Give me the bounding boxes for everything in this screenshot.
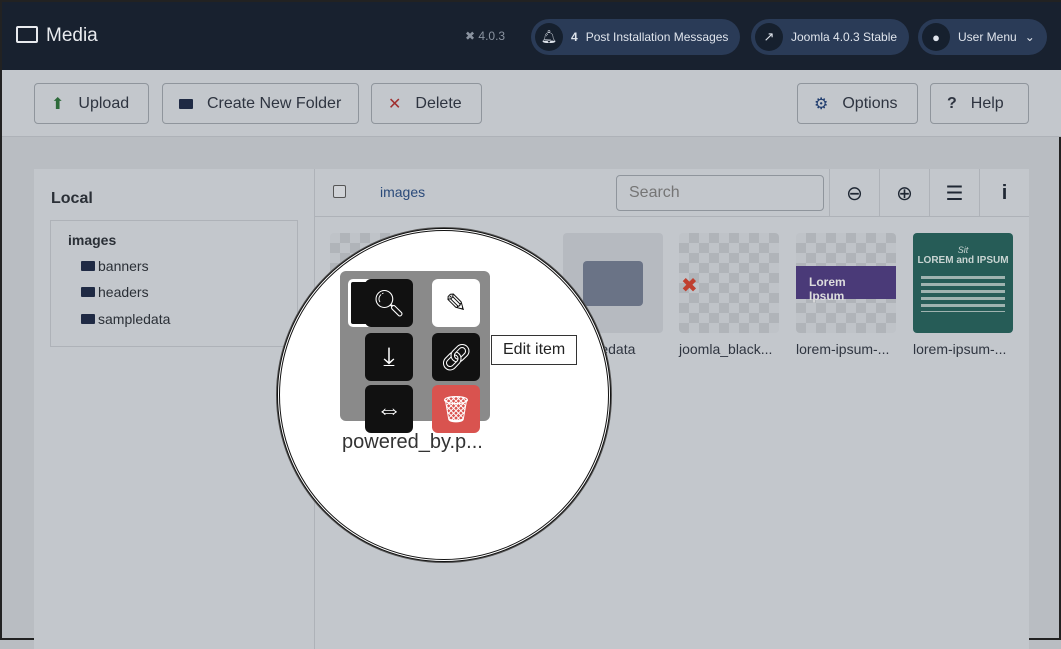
- post-install-label: Post Installation Messages: [585, 30, 729, 44]
- header: Media ✖ 4.0.3 🔔︎ 4 Post Installation Messa…: [2, 2, 1061, 70]
- pencil-icon: ✎: [445, 287, 467, 318]
- tree-item-label: sampledata: [98, 311, 171, 327]
- delete-button[interactable]: ✕ Delete: [371, 83, 482, 124]
- question-icon: ?: [947, 94, 957, 112]
- folder-icon: [81, 287, 95, 297]
- options-button[interactable]: ⚙ Options: [797, 83, 918, 124]
- list-view-icon[interactable]: ☰: [929, 169, 979, 217]
- get-link-button[interactable]: 🔗︎: [432, 333, 480, 381]
- zoom-out-icon[interactable]: ⊖: [829, 169, 879, 217]
- options-label: Options: [842, 94, 898, 112]
- joomla-logo-icon: ✖: [681, 275, 698, 297]
- media-item[interactable]: Lorem Ipsum lorem-ipsum-...: [796, 233, 896, 357]
- times-icon: ✕: [388, 95, 402, 113]
- help-button[interactable]: ? Help: [930, 83, 1029, 124]
- zoom-in-icon[interactable]: ⊕: [879, 169, 929, 217]
- media-icon: [16, 26, 38, 43]
- folder-icon: [81, 314, 95, 324]
- media-item[interactable]: Sit LOREM and IPSUM lorem-ipsum-...: [913, 233, 1013, 357]
- text-width-icon: ⇔: [376, 393, 402, 424]
- page-title: Media: [46, 25, 98, 46]
- tree-item-sampledata[interactable]: sampledata: [81, 311, 170, 327]
- delete-item-button[interactable]: 🗑︎: [432, 385, 480, 433]
- notification-count: 4: [571, 30, 578, 44]
- post-install-button[interactable]: 🔔︎ 4 Post Installation Messages: [531, 19, 741, 55]
- upload-icon: ⬆: [51, 95, 65, 113]
- download-icon: ⤓: [383, 341, 395, 371]
- folder-icon: [179, 98, 193, 109]
- create-folder-label: Create New Folder: [207, 94, 342, 112]
- toolbar: ⬆ Upload Create New Folder ✕ Delete ⚙ Optio…: [2, 70, 1061, 137]
- tooltip: Edit item: [491, 335, 578, 365]
- tree-item-label: banners: [98, 258, 149, 274]
- search-input[interactable]: [616, 175, 824, 211]
- select-all-checkbox[interactable]: [333, 185, 346, 198]
- info-icon[interactable]: i: [979, 169, 1029, 217]
- help-label: Help: [970, 94, 1004, 112]
- thumb-text: Sit: [957, 245, 969, 255]
- joomla-version-label: Joomla 4.0.3 Stable: [791, 30, 898, 44]
- folder-icon: [81, 261, 95, 271]
- tree-root[interactable]: images: [68, 232, 116, 248]
- search-plus-icon: 🔍︎: [372, 287, 406, 318]
- download-button[interactable]: ⤓: [365, 333, 413, 381]
- item-name: joomla_black...: [679, 341, 773, 357]
- resize-button[interactable]: ⇔: [365, 385, 413, 433]
- breadcrumb[interactable]: images: [380, 184, 425, 200]
- upload-button[interactable]: ⬆ Upload: [34, 83, 149, 124]
- folder-tree: Local images banners headers sampledata: [34, 169, 315, 649]
- tree-item-headers[interactable]: headers: [81, 284, 149, 300]
- joomla-version-link[interactable]: ↗ Joomla 4.0.3 Stable: [751, 19, 910, 55]
- magnifier: 🔍︎ ✎ ⤓ 🔗︎ ⇔ 🗑︎ Edit item powered_by.p...…: [277, 228, 611, 562]
- user-icon: ●: [922, 23, 950, 51]
- user-menu-button[interactable]: ● User Menu ⌄: [918, 19, 1047, 55]
- user-menu-label: User Menu: [958, 30, 1017, 44]
- bell-icon: 🔔︎: [535, 23, 563, 51]
- folder-icon: [583, 261, 643, 306]
- thumb-text: LOREM and IPSUM: [917, 255, 1009, 266]
- tree-item-banners[interactable]: banners: [81, 258, 149, 274]
- edit-button[interactable]: ✎: [432, 279, 480, 327]
- item-name: powered_by.p...: [342, 431, 483, 453]
- version-label: ✖ 4.0.3: [465, 29, 506, 43]
- external-link-icon: ↗: [755, 23, 783, 51]
- tree-heading: Local: [51, 190, 93, 207]
- gear-icon: ⚙: [814, 95, 829, 113]
- create-folder-button[interactable]: Create New Folder: [162, 83, 359, 124]
- banner-thumb-text: Lorem Ipsum: [796, 266, 896, 303]
- upload-label: Upload: [78, 94, 130, 112]
- item-actions-overlay: 🔍︎ ✎ ⤓ 🔗︎ ⇔ 🗑︎: [340, 271, 490, 433]
- item-name: lorem-ipsum-...: [796, 341, 890, 357]
- delete-label: Delete: [415, 94, 462, 112]
- chevron-down-icon: ⌄: [1024, 30, 1035, 44]
- preview-button[interactable]: 🔍︎: [365, 279, 413, 327]
- media-item[interactable]: ✖ joomla_black...: [679, 233, 779, 357]
- item-name: lorem-ipsum-...: [913, 341, 1007, 357]
- tree-item-label: headers: [98, 284, 149, 300]
- trash-icon: 🗑︎: [439, 393, 473, 424]
- link-icon: 🔗︎: [439, 341, 473, 372]
